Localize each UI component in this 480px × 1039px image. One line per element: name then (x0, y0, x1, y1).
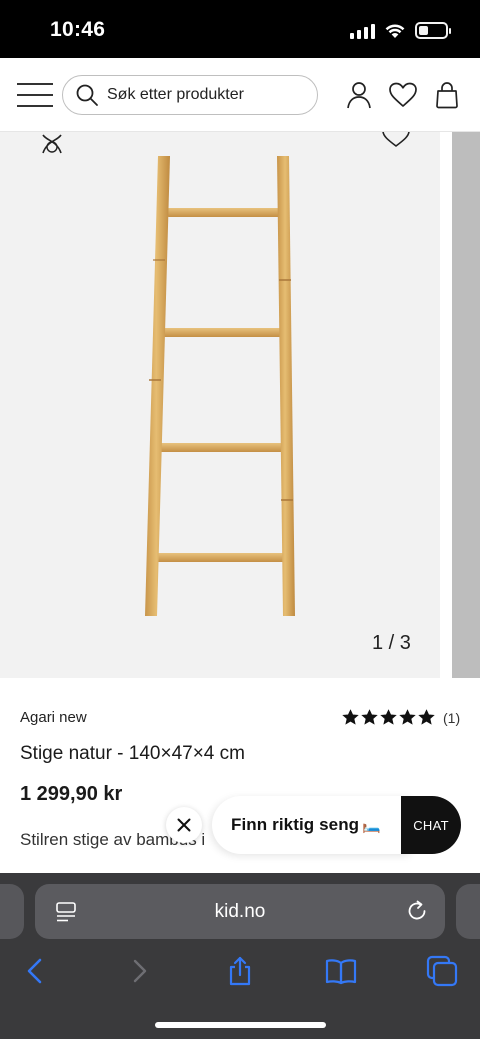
reload-icon[interactable] (405, 899, 429, 923)
status-icons (350, 22, 451, 39)
star-icon (380, 709, 397, 725)
wishlist-heart-icon[interactable] (388, 80, 418, 110)
status-bar: 10:46 (0, 0, 480, 58)
gallery-next-slide[interactable] (452, 132, 480, 678)
product-title: Stige natur - 140×47×4 cm (20, 743, 245, 764)
status-time: 10:46 (50, 18, 106, 41)
chat-prompt-label: Finn riktig seng 🛏️ (231, 815, 381, 834)
site-header: Søk etter produkter (0, 58, 480, 132)
hamburger-menu-icon[interactable] (17, 83, 53, 107)
star-icon (418, 709, 435, 725)
home-indicator[interactable] (155, 1022, 326, 1028)
previous-tab-peek[interactable] (0, 884, 24, 939)
url-text: kid.no (214, 901, 266, 922)
address-bar[interactable]: kid.no (35, 884, 445, 939)
bed-emoji: 🛏️ (362, 817, 381, 834)
search-icon (76, 84, 98, 106)
star-icon (342, 709, 359, 725)
forward-icon[interactable] (123, 955, 155, 987)
next-tab-peek[interactable] (456, 884, 480, 939)
share-icon[interactable] (224, 955, 256, 987)
shopping-bag-icon[interactable] (432, 80, 462, 110)
battery-icon (415, 22, 451, 39)
chat-button[interactable]: CHAT (401, 796, 461, 854)
gallery-divider (440, 132, 452, 678)
tabs-icon[interactable] (426, 955, 458, 987)
close-chat-button[interactable] (166, 807, 202, 843)
search-input[interactable]: Søk etter produkter (62, 75, 318, 115)
wifi-icon (385, 24, 405, 38)
product-rating[interactable]: (1) (342, 709, 460, 726)
product-brand[interactable]: Agari new (20, 709, 87, 726)
gallery-counter: 1 / 3 (372, 632, 411, 654)
rating-stars (342, 709, 435, 726)
browser-toolbar: kid.no (0, 873, 480, 1039)
product-gallery[interactable]: 1 / 3 (0, 132, 480, 678)
back-icon[interactable] (20, 955, 52, 987)
product-image-ladder (145, 156, 295, 616)
gallery-slide[interactable]: 1 / 3 (0, 132, 440, 678)
product-price: 1 299,90 kr (20, 783, 123, 805)
wishlist-heart-icon[interactable] (380, 132, 412, 148)
star-icon (361, 709, 378, 725)
search-placeholder: Søk etter produkter (107, 86, 244, 103)
cellular-signal-icon (350, 23, 375, 39)
review-count: (1) (443, 709, 461, 726)
close-icon (177, 818, 191, 832)
account-icon[interactable] (344, 80, 374, 110)
star-icon (399, 709, 416, 725)
chat-prompt-bubble[interactable]: Finn riktig seng 🛏️ (212, 796, 412, 854)
bookmarks-icon[interactable] (325, 955, 357, 987)
compare-icon[interactable] (38, 132, 66, 156)
